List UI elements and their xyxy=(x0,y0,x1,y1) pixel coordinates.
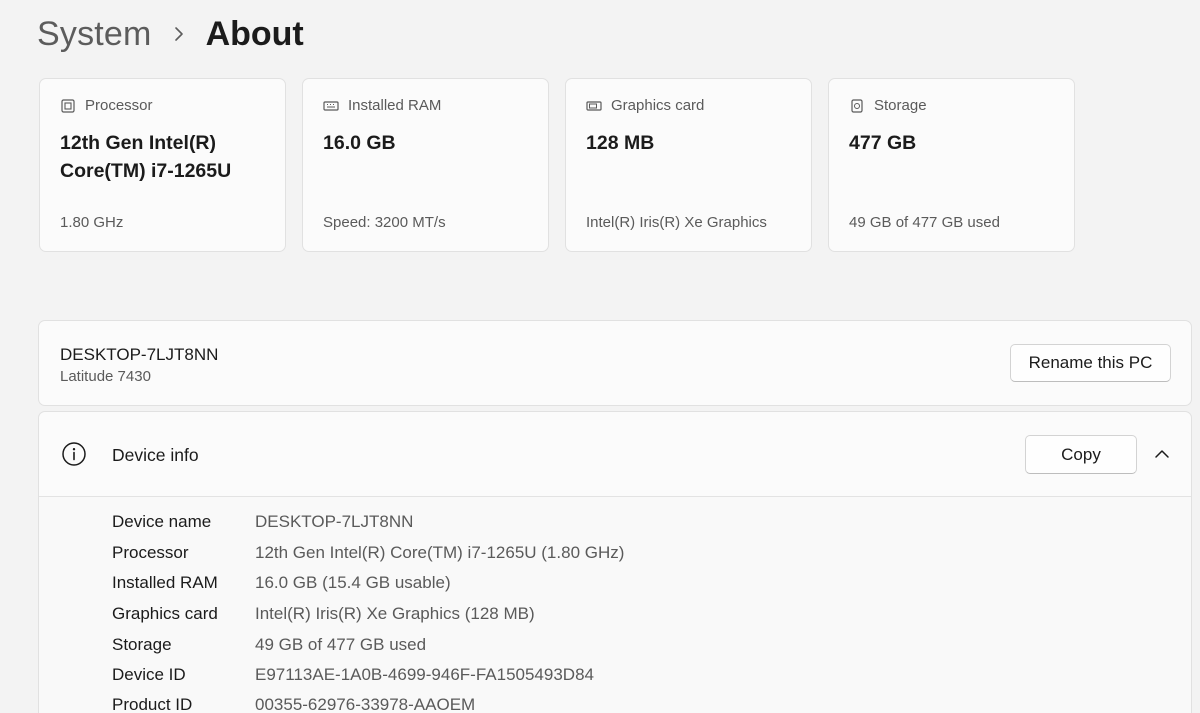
spec-label: Storage xyxy=(112,635,172,654)
storage-card: Storage 477 GB 49 GB of 477 GB used xyxy=(828,78,1075,252)
graphics-card-icon xyxy=(586,98,602,114)
pc-model: Latitude 7430 xyxy=(60,368,151,385)
card-subtext: Speed: 3200 MT/s xyxy=(323,214,446,231)
card-value: 128 MB xyxy=(586,132,655,154)
spec-value: 49 GB of 477 GB used xyxy=(255,635,427,654)
device-info-title: Device info xyxy=(112,445,199,465)
spec-value: Intel(R) Iris(R) Xe Graphics (128 MB) xyxy=(255,604,535,623)
card-header: Processor xyxy=(60,97,153,114)
card-title: Processor xyxy=(85,97,153,114)
chevron-right-icon xyxy=(174,26,184,42)
pc-name-panel: DESKTOP-7LJT8NN Latitude 7430 Rename thi… xyxy=(38,320,1192,406)
breadcrumb-system-link[interactable]: System xyxy=(37,15,152,54)
settings-about-page: System About Processor 12th Gen Intel(R)… xyxy=(0,0,1200,713)
spec-label: Product ID xyxy=(112,695,193,713)
device-info-panel: Device info Copy Device name DESKTOP-7LJ… xyxy=(38,411,1192,713)
copy-button[interactable]: Copy xyxy=(1025,435,1137,474)
memory-icon xyxy=(323,98,339,114)
pc-name: DESKTOP-7LJT8NN xyxy=(60,345,219,364)
spec-label: Device name xyxy=(112,512,212,531)
card-subtext: Intel(R) Iris(R) Xe Graphics xyxy=(586,214,767,231)
card-subtext: 49 GB of 477 GB used xyxy=(849,214,1000,231)
spec-value: 12th Gen Intel(R) Core(TM) i7-1265U (1.8… xyxy=(255,543,625,562)
spec-label: Device ID xyxy=(112,665,186,684)
spec-label: Processor xyxy=(112,543,189,562)
card-title: Installed RAM xyxy=(348,97,442,114)
graphics-card-card: Graphics card 128 MB Intel(R) Iris(R) Xe… xyxy=(565,78,812,252)
processor-card: Processor 12th Gen Intel(R) Core(TM) i7-… xyxy=(39,78,286,252)
spec-value: 00355-62976-33978-AAOEM xyxy=(255,695,476,713)
processor-icon xyxy=(60,98,76,114)
card-header: Installed RAM xyxy=(323,97,441,114)
card-value: 477 GB xyxy=(849,132,917,154)
card-value: 16.0 GB xyxy=(323,132,396,154)
page-title: About xyxy=(205,14,304,53)
card-value: 12th Gen Intel(R) Core(TM) i7-1265U xyxy=(60,132,232,182)
card-title: Graphics card xyxy=(611,97,705,114)
device-info-body: Device name DESKTOP-7LJT8NN Processor 12… xyxy=(39,497,1191,713)
chevron-up-icon[interactable] xyxy=(1152,446,1172,462)
card-title: Storage xyxy=(874,97,927,114)
card-header: Graphics card xyxy=(586,97,704,114)
spec-label: Graphics card xyxy=(112,604,218,623)
device-info-header[interactable]: Device info Copy xyxy=(39,412,1191,496)
breadcrumb: System About xyxy=(37,12,304,56)
installed-ram-card: Installed RAM 16.0 GB Speed: 3200 MT/s xyxy=(302,78,549,252)
spec-value: 16.0 GB (15.4 GB usable) xyxy=(255,573,451,592)
storage-icon xyxy=(849,98,865,114)
info-icon xyxy=(61,441,87,467)
spec-label: Installed RAM xyxy=(112,573,218,592)
card-subtext: 1.80 GHz xyxy=(60,214,124,231)
spec-value: E97113AE-1A0B-4699-946F-FA1505493D84 xyxy=(255,665,594,684)
rename-pc-button[interactable]: Rename this PC xyxy=(1010,344,1171,382)
card-header: Storage xyxy=(849,97,927,114)
spec-value: DESKTOP-7LJT8NN xyxy=(255,512,414,531)
